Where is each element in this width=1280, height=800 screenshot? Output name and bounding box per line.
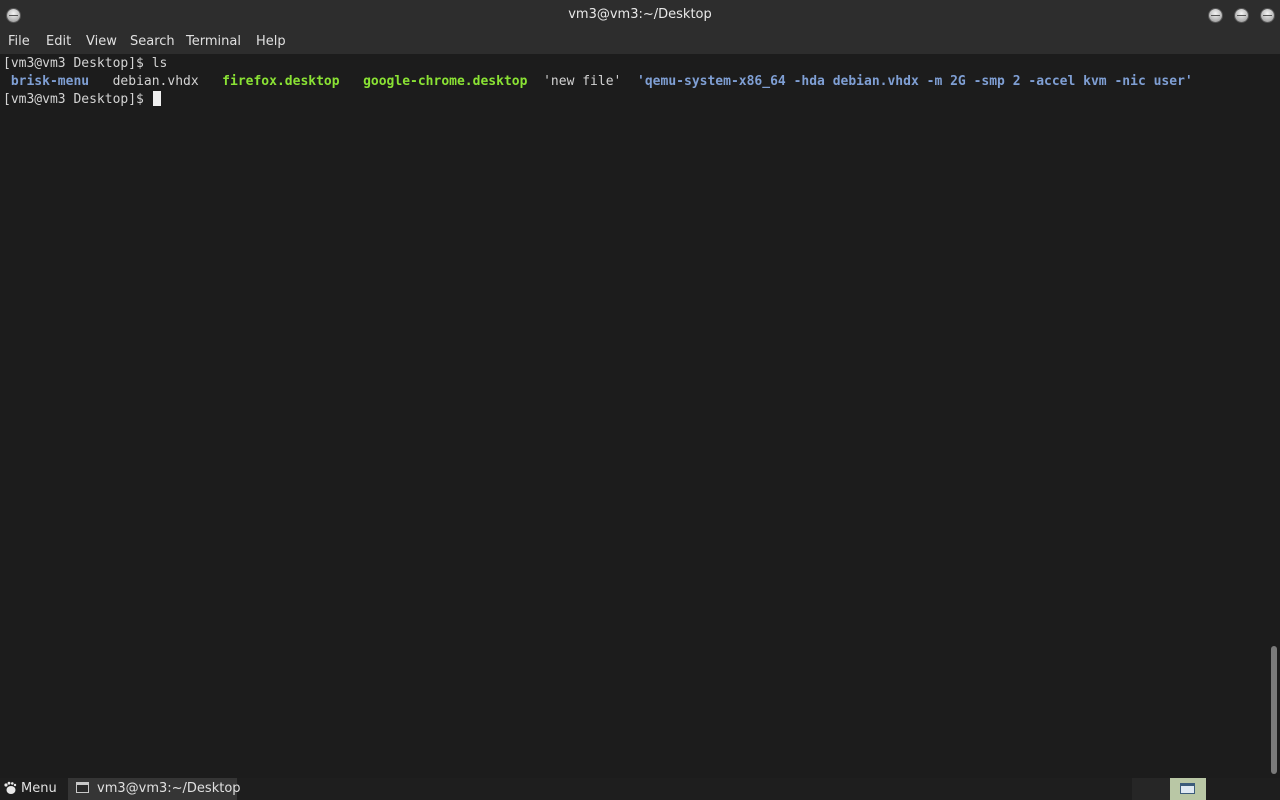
- text-cursor: [152, 91, 161, 106]
- gnome-foot-icon: [4, 781, 17, 794]
- minimize-icon[interactable]: [1209, 9, 1222, 22]
- workspace-icon: [1180, 783, 1195, 794]
- menu-button-label: Menu: [21, 781, 57, 796]
- menu-help[interactable]: Help: [256, 34, 286, 49]
- maximize-icon[interactable]: [1235, 9, 1248, 22]
- window-title: vm3@vm3:~/Desktop: [568, 7, 712, 22]
- workspace-switcher[interactable]: [1170, 778, 1206, 800]
- ls-entry-executable: firefox.desktop: [222, 74, 340, 89]
- ls-entry-file: debian.vhdx: [112, 74, 199, 89]
- close-icon[interactable]: [1261, 9, 1274, 22]
- taskbar-item-label: vm3@vm3:~/Desktop: [97, 781, 241, 796]
- terminal-window-icon: [76, 782, 89, 793]
- terminal-line-command: [vm3@vm3 Desktop]$ ls: [3, 55, 167, 73]
- menu-view[interactable]: View: [86, 34, 117, 49]
- menu-search[interactable]: Search: [130, 34, 175, 49]
- taskbar-item-terminal[interactable]: vm3@vm3:~/Desktop: [68, 778, 241, 800]
- menu-terminal[interactable]: Terminal: [186, 34, 241, 49]
- ls-output-line: brisk-menu debian.vhdx firefox.desktop g…: [3, 73, 1193, 91]
- menu-button[interactable]: Menu: [0, 778, 62, 800]
- menu-edit[interactable]: Edit: [46, 34, 71, 49]
- typed-command: ls: [151, 56, 168, 71]
- ls-entry-executable: google-chrome.desktop: [363, 74, 528, 89]
- ls-entry-directory: 'qemu-system-x86_64 -hda debian.vhdx -m …: [637, 74, 1193, 89]
- taskbar: Menu vm3@vm3:~/Desktop: [0, 778, 1280, 800]
- menu-file[interactable]: File: [8, 34, 30, 49]
- shell-prompt: [vm3@vm3 Desktop]$: [3, 92, 152, 107]
- terminal-window: vm3@vm3:~/Desktop File Edit View Search …: [0, 0, 1280, 778]
- scrollbar-thumb[interactable]: [1271, 646, 1277, 774]
- shell-prompt: [vm3@vm3 Desktop]$: [3, 56, 152, 71]
- title-bar[interactable]: vm3@vm3:~/Desktop: [0, 0, 1280, 31]
- scrollbar[interactable]: [1268, 54, 1280, 778]
- terminal-output[interactable]: [vm3@vm3 Desktop]$ ls brisk-menu debian.…: [0, 54, 1268, 778]
- ls-entry-file: 'new file': [543, 74, 622, 89]
- terminal-line-prompt: [vm3@vm3 Desktop]$: [3, 91, 161, 109]
- tray-area: [1132, 778, 1170, 800]
- ls-entry-directory: brisk-menu: [10, 74, 90, 89]
- menu-bar: File Edit View Search Terminal Help: [0, 31, 1280, 54]
